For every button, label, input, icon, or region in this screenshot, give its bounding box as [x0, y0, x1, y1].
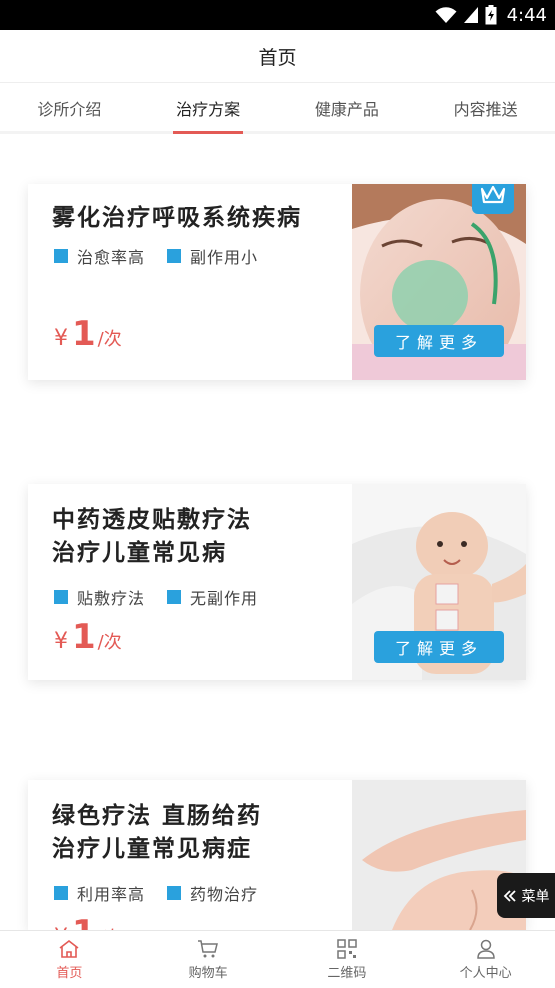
- crown-badge: [472, 184, 514, 214]
- card-title-line1: 中药透皮贴敷疗法: [52, 507, 252, 533]
- nav-item-qrcode[interactable]: 二维码: [278, 931, 417, 988]
- price-unit: /次: [97, 329, 122, 350]
- price: ¥ 1 /次: [54, 913, 122, 930]
- page-title: 首页: [258, 46, 297, 69]
- treatment-card[interactable]: 雾化治疗呼吸系统疾病 治愈率高 副作用小 ¥ 1 /次 了解更多: [28, 184, 526, 380]
- tag-label: 贴敷疗法: [77, 589, 146, 608]
- tag-label: 治愈率高: [77, 248, 146, 267]
- tag: 无副作用: [167, 585, 258, 609]
- price-amount: 1: [72, 314, 96, 354]
- price-currency: ¥: [54, 629, 68, 654]
- tag: 治愈率高: [54, 244, 145, 268]
- tag-label: 副作用小: [190, 248, 259, 267]
- tag: 药物治疗: [167, 881, 258, 905]
- double-chevron-left-icon: [503, 889, 516, 902]
- card-title-line1: 绿色疗法 直肠给药: [52, 803, 263, 829]
- home-icon: [59, 939, 79, 958]
- tag-label: 药物治疗: [190, 885, 259, 904]
- tag-label: 无副作用: [190, 589, 259, 608]
- card-tags: 治愈率高 副作用小: [54, 244, 258, 268]
- price: ¥ 1 /次: [54, 617, 122, 657]
- tab-clinic-intro[interactable]: 诊所介绍: [0, 84, 139, 131]
- tag-square-icon: [54, 590, 68, 604]
- floating-menu-button[interactable]: 菜单: [497, 873, 555, 918]
- tab-treatment-plans[interactable]: 治疗方案: [139, 84, 278, 131]
- signal-icon: [463, 6, 479, 24]
- tag-square-icon: [167, 249, 182, 263]
- price-unit: /次: [97, 632, 122, 653]
- tag-square-icon: [54, 249, 68, 263]
- tab-content-push[interactable]: 内容推送: [416, 84, 555, 131]
- nav-label: 首页: [56, 965, 83, 981]
- tag: 副作用小: [167, 244, 258, 268]
- cart-icon: [198, 939, 219, 957]
- price-currency: ¥: [54, 326, 68, 351]
- tag-label: 利用率高: [77, 885, 146, 904]
- nav-item-profile[interactable]: 个人中心: [416, 931, 555, 988]
- price-amount: 1: [72, 913, 96, 930]
- nav-label: 二维码: [327, 965, 367, 981]
- floating-menu-label: 菜单: [521, 888, 550, 905]
- crown-icon: [480, 185, 506, 204]
- tag-square-icon: [54, 886, 68, 900]
- tab-health-products[interactable]: 健康产品: [278, 84, 417, 131]
- user-icon: [476, 939, 495, 959]
- treatment-card[interactable]: 中药透皮贴敷疗法 治疗儿童常见病 贴敷疗法 无副作用 ¥ 1 /次 了解更多: [28, 484, 526, 680]
- treatment-card[interactable]: 绿色疗法 直肠给药 治疗儿童常见病症 利用率高 药物治疗 ¥ 1 /次: [28, 780, 526, 930]
- card-tags: 利用率高 药物治疗: [54, 881, 258, 905]
- bottom-nav: 首页 购物车 二维码 个人中心: [0, 930, 555, 988]
- price-amount: 1: [72, 617, 96, 657]
- price: ¥ 1 /次: [54, 314, 122, 354]
- card-title-line2: 治疗儿童常见病: [52, 540, 227, 566]
- battery-icon: [485, 5, 497, 25]
- card-title-line2: 治疗儿童常见病症: [52, 836, 252, 862]
- card-tags: 贴敷疗法 无副作用: [54, 585, 258, 609]
- category-tabs: 诊所介绍 治疗方案 健康产品 内容推送: [0, 84, 555, 134]
- tag: 贴敷疗法: [54, 585, 145, 609]
- header-bar: 首页: [0, 30, 555, 83]
- tag-square-icon: [167, 886, 182, 900]
- nav-label: 个人中心: [459, 965, 512, 981]
- status-bar: 4:44: [0, 0, 555, 30]
- wifi-icon: [435, 6, 457, 24]
- learn-more-button[interactable]: 了解更多: [374, 325, 504, 357]
- nav-item-cart[interactable]: 购物车: [139, 931, 278, 988]
- app-screen: 4:44 首页 诊所介绍 治疗方案 健康产品 内容推送 雾化治疗呼吸系统疾病 治…: [0, 0, 555, 988]
- card-title: 雾化治疗呼吸系统疾病: [52, 205, 302, 231]
- tag: 利用率高: [54, 881, 145, 905]
- qrcode-icon: [337, 938, 357, 959]
- nav-item-home[interactable]: 首页: [0, 931, 139, 988]
- nav-label: 购物车: [188, 965, 228, 981]
- learn-more-button[interactable]: 了解更多: [374, 631, 504, 663]
- status-time: 4:44: [506, 4, 547, 26]
- tag-square-icon: [167, 590, 182, 604]
